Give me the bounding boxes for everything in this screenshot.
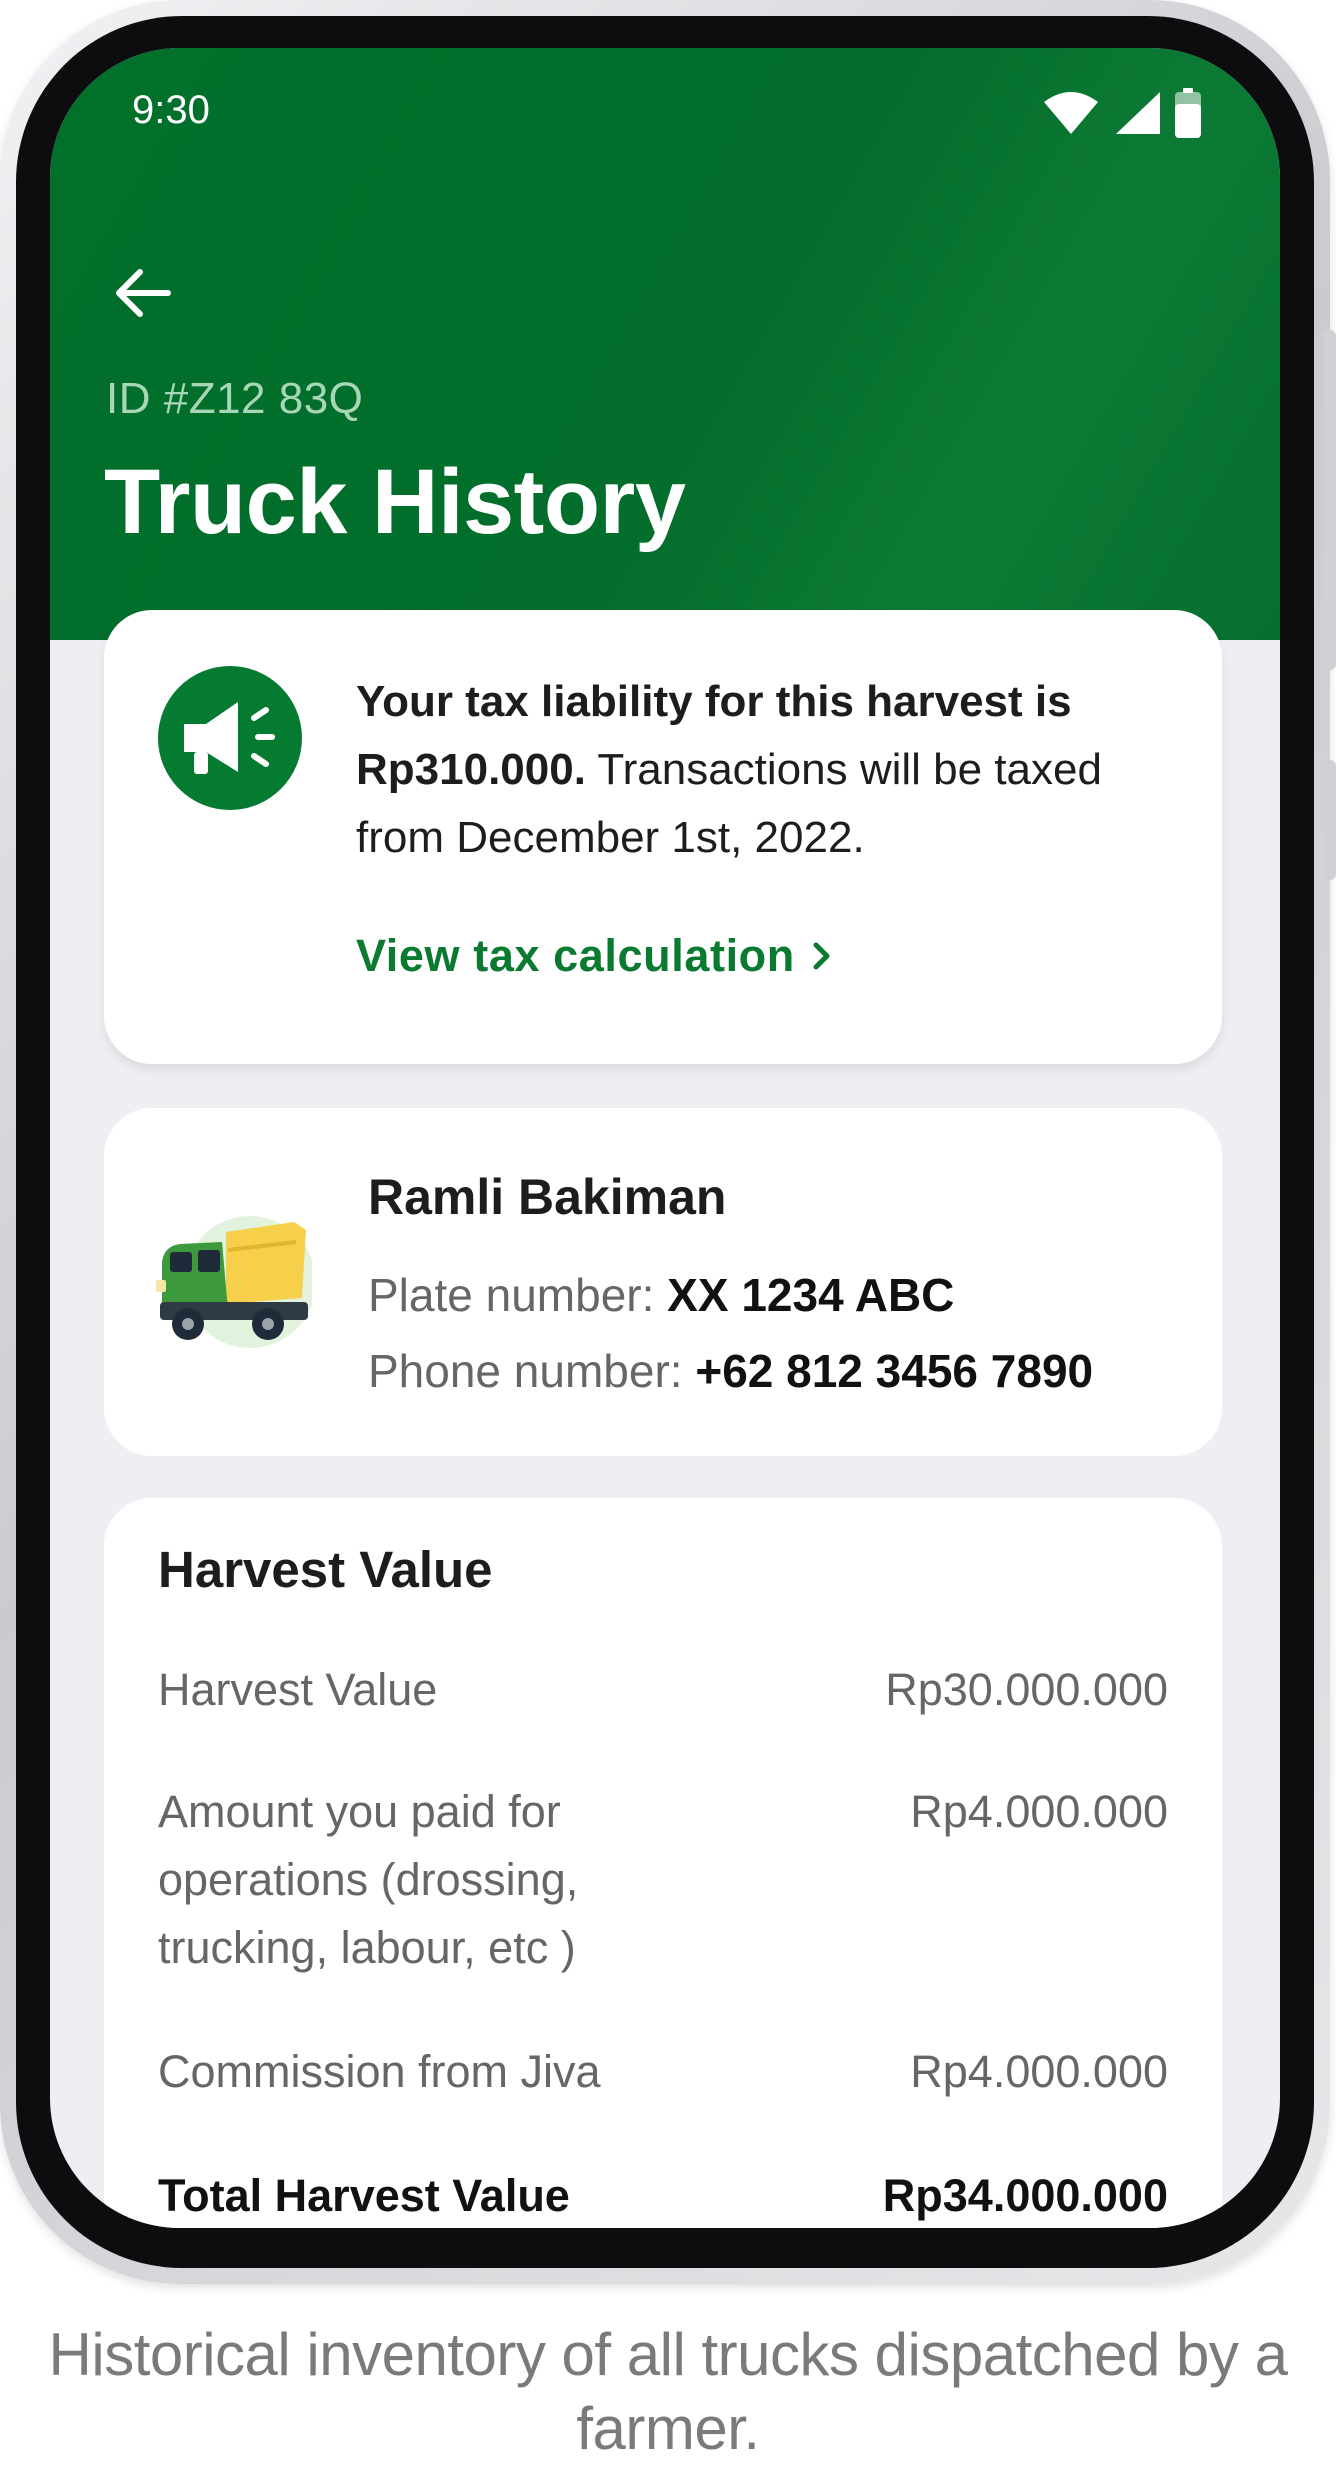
- tax-notice-text: Your tax liability for this harvest is R…: [356, 668, 1176, 872]
- tax-link-label: View tax calculation: [356, 930, 795, 981]
- phone-number-label: Phone number:: [368, 1345, 696, 1397]
- harvest-row-amount: Rp4.000.000: [910, 1786, 1168, 1837]
- harvest-row-label: Commission from Jiva: [158, 2046, 601, 2097]
- harvest-row-amount: Rp30.000.000: [885, 1664, 1168, 1715]
- wifi-icon: [1044, 92, 1098, 134]
- driver-name: Ramli Bakiman: [368, 1169, 727, 1225]
- megaphone-icon: [158, 666, 302, 810]
- chevron-right-icon: [813, 942, 830, 970]
- battery-icon: [1175, 88, 1201, 138]
- plate-number-value: XX 1234 ABC: [667, 1269, 955, 1321]
- page-title: Truck History: [104, 451, 686, 553]
- tax-notice-card: Your tax liability for this harvest is R…: [104, 610, 1222, 1064]
- volume-button: [1324, 330, 1336, 670]
- status-time: 9:30: [132, 88, 210, 132]
- dump-truck-icon: [156, 1216, 312, 1348]
- harvest-row-label: Amount you paid for operations (drossing…: [158, 1786, 579, 1973]
- cellular-signal-icon: [1116, 92, 1160, 134]
- power-button: [1324, 760, 1336, 880]
- harvest-value-card: Harvest Value Harvest Value Rp30.000.000…: [104, 1498, 1222, 2228]
- harvest-row-amount: Rp4.000.000: [910, 2046, 1168, 2097]
- phone-number-value: +62 812 3456 7890: [695, 1345, 1094, 1397]
- truck-id-label: ID #Z12 83Q: [106, 374, 364, 423]
- arrow-left-icon[interactable]: [108, 258, 178, 328]
- status-icons: [1042, 88, 1202, 138]
- harvest-section-title: Harvest Value: [158, 1541, 493, 1598]
- view-tax-calculation-link[interactable]: View tax calculation: [356, 930, 833, 982]
- plate-number-row: Plate number: XX 1234 ABC: [368, 1268, 954, 1322]
- harvest-total-amount: Rp34.000.000: [882, 2170, 1168, 2221]
- image-caption: Historical inventory of all trucks dispa…: [48, 2321, 1288, 2462]
- plate-number-label: Plate number:: [368, 1269, 668, 1321]
- harvest-row-label: Harvest Value: [158, 1664, 438, 1715]
- harvest-total-label: Total Harvest Value: [158, 2170, 570, 2221]
- phone-screen: 9:30 ID #Z12 83Q Truck History Your tax …: [50, 48, 1280, 2228]
- app-header: 9:30 ID #Z12 83Q Truck History: [50, 48, 1280, 640]
- driver-card[interactable]: Ramli Bakiman Plate number: XX 1234 ABC …: [104, 1108, 1222, 1456]
- phone-number-row: Phone number: +62 812 3456 7890: [368, 1344, 1093, 1398]
